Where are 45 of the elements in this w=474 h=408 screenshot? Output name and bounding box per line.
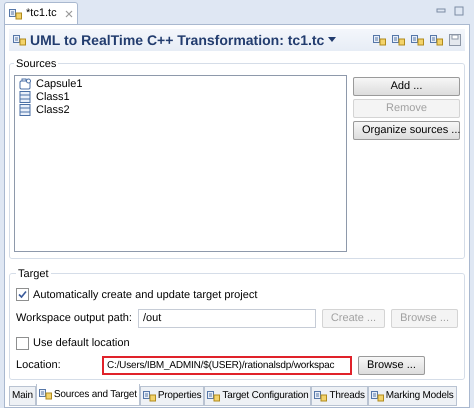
page-tab[interactable]: Threads: [311, 386, 368, 406]
tab-icon: [142, 390, 156, 402]
tab-label: Threads: [329, 389, 365, 403]
tab-icon: [370, 390, 384, 402]
tab-label: Sources and Target: [54, 388, 137, 402]
close-icon[interactable]: [64, 10, 73, 18]
tab-label: Target Configuration: [222, 389, 308, 403]
tab-icon: [38, 388, 52, 400]
tab-icon: [314, 390, 328, 402]
group-label: Target: [16, 266, 51, 282]
push-button[interactable]: Add ...: [353, 76, 460, 96]
location-field[interactable]: C:/Users/IBM_ADMIN/$(USER)/rationalsdp/workspac: [102, 356, 352, 374]
dropdown-caret-icon[interactable]: [328, 37, 336, 43]
field-label: Location:: [16, 358, 62, 373]
tab-label: Marking Models: [386, 389, 454, 403]
transform-icon: [9, 8, 22, 20]
toolbar-icon: [373, 34, 386, 46]
push-button[interactable]: Browse ...: [358, 356, 425, 374]
toolbar-icon: [392, 34, 405, 46]
class-icon: [19, 104, 32, 116]
checkbox[interactable]: [16, 288, 29, 302]
page-tab[interactable]: Target Configuration: [204, 386, 312, 406]
class-icon: [19, 91, 32, 103]
checkbox-label: Use default location: [33, 336, 130, 351]
toolbar-icon: [430, 34, 443, 46]
maximize-icon[interactable]: [454, 6, 464, 16]
page-tab[interactable]: Sources and Target: [36, 384, 140, 406]
editor-tab[interactable]: *tc1.tc: [4, 2, 78, 24]
output-path-field[interactable]: /out: [138, 309, 316, 328]
tab-label: Main: [12, 389, 33, 403]
page-tab[interactable]: Main: [9, 386, 36, 406]
editor-tab-title: *tc1.tc: [26, 6, 57, 22]
tab-label: Properties: [158, 389, 202, 403]
page-tab[interactable]: Properties: [140, 386, 204, 406]
editor-header-title: UML to RealTime C++ Transformation: tc1.tc: [30, 30, 324, 50]
transform-icon: [13, 34, 26, 46]
page-tab[interactable]: Marking Models: [368, 386, 457, 406]
push-button[interactable]: Organize sources ...: [353, 120, 460, 140]
checkbox[interactable]: [16, 336, 29, 350]
capsule-icon: [19, 78, 32, 90]
save-icon[interactable]: [449, 34, 461, 46]
tab-icon: [207, 390, 220, 402]
checkbox-label: Automatically create and update target project: [33, 288, 258, 302]
field-label: Workspace output path:: [16, 311, 132, 326]
toolbar-icon: [411, 34, 424, 46]
